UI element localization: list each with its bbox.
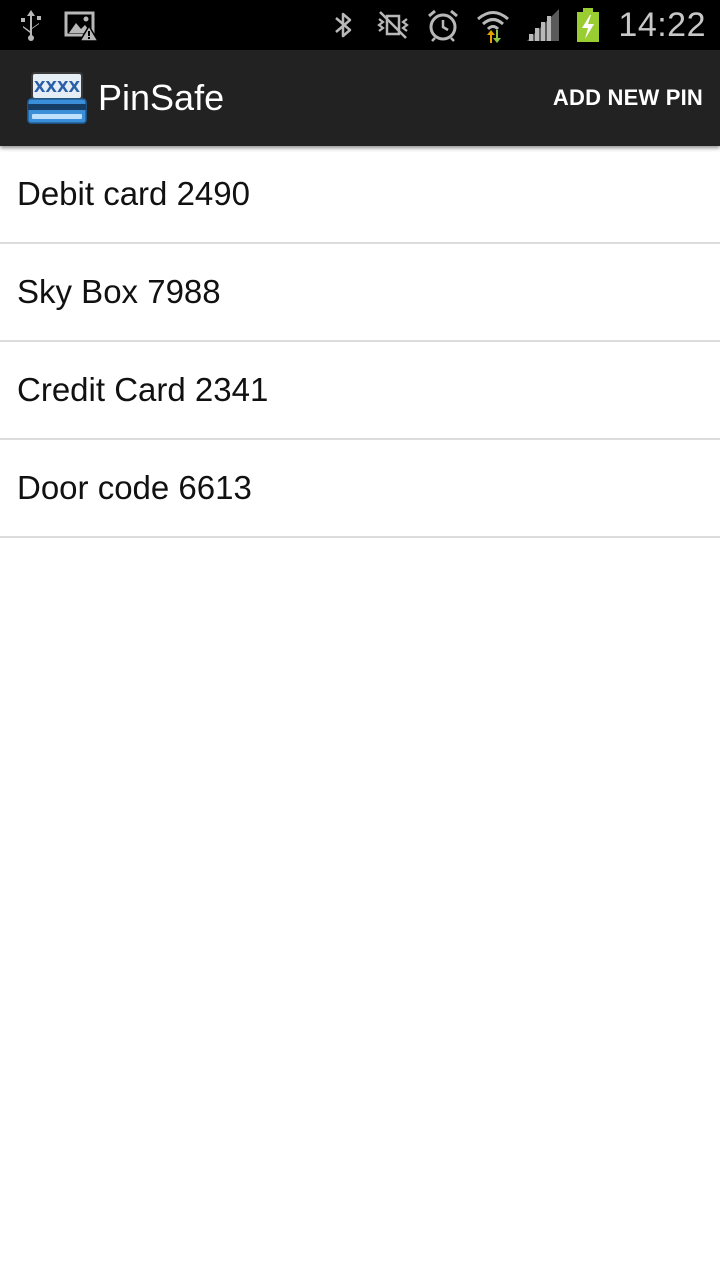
status-left-icons xyxy=(0,7,106,43)
app-logo-text: XXXX xyxy=(34,78,81,96)
usb-icon xyxy=(13,7,49,43)
alarm-icon xyxy=(425,7,461,43)
action-bar: XXXX PinSafe ADD NEW PIN xyxy=(0,50,720,146)
status-bar: 14:22 xyxy=(0,0,720,50)
app-title: PinSafe xyxy=(98,77,225,118)
status-clock: 14:22 xyxy=(618,5,706,44)
battery-charging-icon xyxy=(575,7,601,43)
status-right-icons: 14:22 xyxy=(318,6,720,45)
bluetooth-icon xyxy=(325,7,361,43)
app-logo-icon: XXXX xyxy=(26,69,88,127)
add-new-pin-button[interactable]: ADD NEW PIN xyxy=(553,67,703,129)
pin-list-item[interactable]: Credit Card 2341 xyxy=(0,342,720,440)
signal-icon xyxy=(525,7,561,43)
pin-list: Debit card 2490 Sky Box 7988 Credit Card… xyxy=(0,146,720,538)
image-warning-icon xyxy=(63,7,99,43)
wifi-icon xyxy=(475,7,511,43)
pin-list-item[interactable]: Debit card 2490 xyxy=(0,146,720,244)
pin-list-item[interactable]: Sky Box 7988 xyxy=(0,244,720,342)
vibrate-mute-icon xyxy=(375,7,411,43)
pin-list-item[interactable]: Door code 6613 xyxy=(0,440,720,538)
